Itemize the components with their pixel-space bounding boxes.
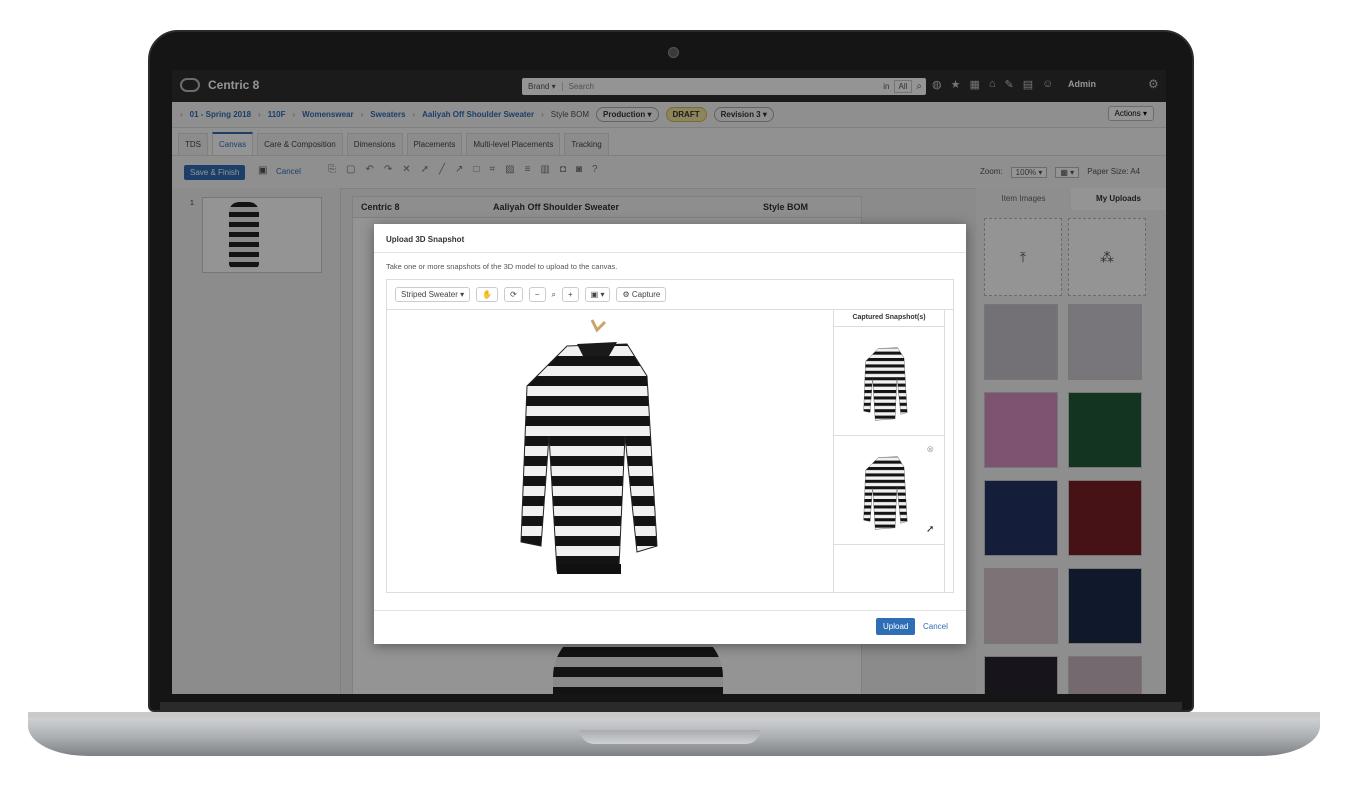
3d-sweater-model[interactable] <box>497 316 697 586</box>
snapshot-thumbnail[interactable]: ⊗ ➚ <box>834 436 944 545</box>
laptop-base-edge <box>28 712 1320 718</box>
mouse-cursor-icon: ➚ <box>926 524 935 535</box>
magnifier-icon[interactable]: ⌕ <box>552 290 556 300</box>
dialog-description: Take one or more snapshots of the 3D mod… <box>386 262 618 271</box>
remove-snapshot-icon[interactable]: ⊗ <box>926 444 934 455</box>
laptop-notch <box>580 730 760 744</box>
dialog-divider <box>374 252 966 253</box>
model-select-label: Striped Sweater <box>401 290 458 299</box>
dialog-footer-divider <box>374 610 966 611</box>
snapshot-image <box>863 347 908 421</box>
view-preset-icon[interactable]: ▣ ▾ <box>584 287 611 302</box>
dialog-title: Upload 3D Snapshot <box>386 235 465 244</box>
viewer-toolbar: Striped Sweater ▾ ✋ ⟳ − ⌕ + ▣ ▾ ⚙ Captur… <box>387 280 953 310</box>
laptop-hinge <box>160 702 1182 712</box>
camera-icon <box>668 47 679 58</box>
dialog-cancel-link[interactable]: Cancel <box>923 622 948 631</box>
snapshot-image <box>863 456 908 530</box>
rotate-icon[interactable]: ⟳ <box>504 287 523 302</box>
camera-capture-icon: ⚙ <box>622 290 630 299</box>
captured-snapshots-header: Captured Snapshot(s) <box>834 310 944 327</box>
app-screen: Centric 8 Brand ▾ Search in All ⌕ ◍ ★ ▦ … <box>172 70 1166 694</box>
zoom-out-icon[interactable]: − <box>528 287 546 302</box>
snapshot-thumbnail[interactable] <box>834 327 944 436</box>
capture-button[interactable]: ⚙ Capture <box>616 287 667 302</box>
pan-hand-icon[interactable]: ✋ <box>476 287 499 302</box>
upload-3d-snapshot-dialog: Upload 3D Snapshot Take one or more snap… <box>374 224 966 644</box>
upload-button[interactable]: Upload <box>876 618 916 635</box>
model-select[interactable]: Striped Sweater ▾ <box>395 287 471 302</box>
captured-snapshots-column: Captured Snapshot(s) ⊗ ➚ <box>833 310 945 592</box>
zoom-in-icon[interactable]: + <box>562 287 579 302</box>
3d-viewer: Striped Sweater ▾ ✋ ⟳ − ⌕ + ▣ ▾ ⚙ Captur… <box>386 279 954 593</box>
capture-label: Capture <box>631 290 661 299</box>
